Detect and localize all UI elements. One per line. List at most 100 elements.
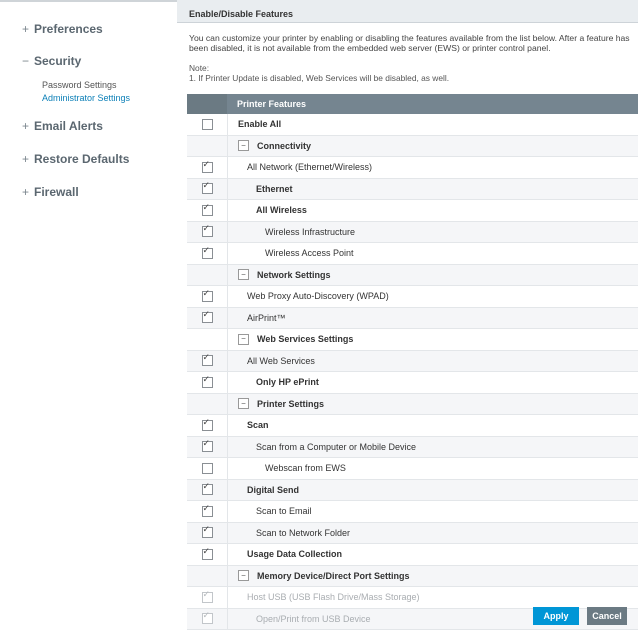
feature-label: Network Settings: [257, 270, 331, 280]
checkbox-cell: [187, 351, 228, 372]
feature-label: All Network (Ethernet/Wireless): [247, 162, 372, 172]
sidebar-item-label: Preferences: [34, 22, 103, 36]
table-row: Ethernet: [187, 179, 638, 201]
feature-checkbox[interactable]: [202, 506, 213, 517]
label-cell: Scan to Email: [228, 506, 312, 516]
feature-checkbox: [202, 592, 213, 603]
label-cell: Digital Send: [228, 485, 299, 495]
label-cell: AirPrint™: [228, 313, 286, 323]
feature-checkbox[interactable]: [202, 527, 213, 538]
feature-checkbox[interactable]: [202, 183, 213, 194]
feature-label: Open/Print from USB Device: [256, 614, 371, 624]
feature-checkbox[interactable]: [202, 119, 213, 130]
table-row: Usage Data Collection: [187, 544, 638, 566]
apply-button[interactable]: Apply: [533, 607, 579, 625]
feature-checkbox[interactable]: [202, 463, 213, 474]
checkbox-cell: [187, 458, 228, 479]
feature-checkbox[interactable]: [202, 377, 213, 388]
checkbox-cell: [187, 437, 228, 458]
cancel-button[interactable]: Cancel: [587, 607, 627, 625]
sidebar-subitem-password-settings[interactable]: Password Settings: [42, 80, 162, 90]
sidebar-item-email-alerts[interactable]: + Email Alerts: [22, 119, 162, 133]
table-row: Scan from a Computer or Mobile Device: [187, 437, 638, 459]
checkbox-cell: [187, 179, 228, 200]
feature-checkbox[interactable]: [202, 549, 213, 560]
feature-checkbox[interactable]: [202, 420, 213, 431]
action-buttons: Apply Cancel: [533, 607, 627, 625]
sidebar-item-preferences[interactable]: + Preferences: [22, 22, 162, 36]
feature-label: Printer Settings: [257, 399, 324, 409]
checkbox-cell: [187, 222, 228, 243]
collapse-icon[interactable]: −: [238, 398, 249, 409]
sidebar-item-label: Firewall: [34, 185, 79, 199]
table-row: All Network (Ethernet/Wireless): [187, 157, 638, 179]
expand-icon: +: [22, 185, 34, 199]
feature-label: Scan: [247, 420, 269, 430]
feature-checkbox[interactable]: [202, 226, 213, 237]
checkbox-cell: [187, 372, 228, 393]
label-cell: Ethernet: [228, 184, 293, 194]
checkbox-cell: [187, 415, 228, 436]
collapse-icon[interactable]: −: [238, 570, 249, 581]
feature-label: Connectivity: [257, 141, 311, 151]
checkbox-cell: [187, 480, 228, 501]
table-row: Scan: [187, 415, 638, 437]
feature-checkbox[interactable]: [202, 205, 213, 216]
feature-checkbox[interactable]: [202, 441, 213, 452]
checkbox-cell: [187, 136, 228, 157]
checkbox-cell: [187, 523, 228, 544]
feature-checkbox[interactable]: [202, 312, 213, 323]
sidebar-item-security[interactable]: − Security: [22, 54, 162, 68]
table-row: Digital Send: [187, 480, 638, 502]
feature-label: Host USB (USB Flash Drive/Mass Storage): [247, 592, 420, 602]
checkbox-cell: [187, 394, 228, 415]
checkbox-cell: [187, 114, 228, 135]
expand-icon: +: [22, 119, 34, 133]
checkbox-cell: [187, 544, 228, 565]
table-row: Host USB (USB Flash Drive/Mass Storage): [187, 587, 638, 609]
feature-label: All Wireless: [256, 205, 307, 215]
note-text: 1. If Printer Update is disabled, Web Se…: [189, 73, 449, 83]
checkbox-cell: [187, 566, 228, 587]
collapse-icon[interactable]: −: [238, 140, 249, 151]
table-row: AirPrint™: [187, 308, 638, 330]
table-row: All Web Services: [187, 351, 638, 373]
table-row: All Wireless: [187, 200, 638, 222]
features-table: Printer Features Enable All−Connectivity…: [187, 94, 638, 630]
feature-label: Wireless Access Point: [265, 248, 354, 258]
label-cell: Webscan from EWS: [228, 463, 346, 473]
label-cell: −Printer Settings: [228, 398, 324, 409]
sidebar-item-restore-defaults[interactable]: + Restore Defaults: [22, 152, 162, 166]
feature-checkbox: [202, 613, 213, 624]
feature-checkbox[interactable]: [202, 291, 213, 302]
checkbox-cell: [187, 329, 228, 350]
sidebar-item-firewall[interactable]: + Firewall: [22, 185, 162, 199]
collapse-icon[interactable]: −: [238, 269, 249, 280]
checkbox-cell: [187, 308, 228, 329]
group-row: −Connectivity: [187, 136, 638, 158]
expand-icon: +: [22, 22, 34, 36]
table-row: Wireless Infrastructure: [187, 222, 638, 244]
label-cell: All Network (Ethernet/Wireless): [228, 162, 372, 172]
feature-checkbox[interactable]: [202, 484, 213, 495]
checkbox-cell: [187, 243, 228, 264]
table-row: Enable All: [187, 114, 638, 136]
feature-checkbox[interactable]: [202, 355, 213, 366]
sidebar-subitem-administrator-settings[interactable]: Administrator Settings: [42, 93, 162, 103]
sidebar: + Preferences − Security Password Settin…: [22, 22, 162, 215]
label-cell: Only HP ePrint: [228, 377, 319, 387]
note-label: Note:: [189, 63, 449, 73]
table-row: Scan to Email: [187, 501, 638, 523]
intro-text: You can customize your printer by enabli…: [189, 33, 638, 53]
feature-label: Usage Data Collection: [247, 549, 342, 559]
feature-label: Scan from a Computer or Mobile Device: [256, 442, 416, 452]
label-cell: Scan from a Computer or Mobile Device: [228, 442, 416, 452]
label-cell: All Web Services: [228, 356, 315, 366]
header-label: Printer Features: [227, 94, 638, 114]
checkbox-cell: [187, 609, 228, 630]
feature-checkbox[interactable]: [202, 162, 213, 173]
label-cell: Usage Data Collection: [228, 549, 342, 559]
header-checkbox-column: [187, 94, 227, 114]
collapse-icon[interactable]: −: [238, 334, 249, 345]
feature-checkbox[interactable]: [202, 248, 213, 259]
